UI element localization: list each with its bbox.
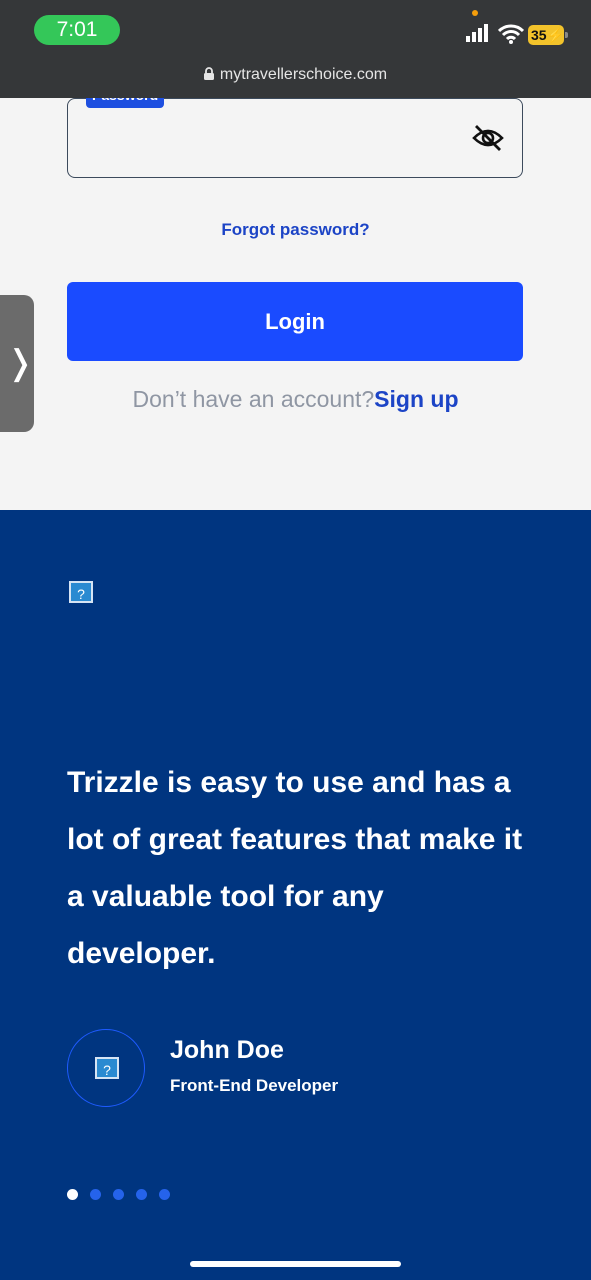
carousel-dot-5[interactable] <box>159 1189 170 1200</box>
avatar-placeholder-icon: ? <box>95 1057 119 1079</box>
battery-icon: 35⚡ <box>528 25 564 45</box>
login-button[interactable]: Login <box>67 282 523 361</box>
carousel-dot-1[interactable] <box>67 1189 78 1200</box>
clock: 7:01 <box>34 15 120 45</box>
testimonial-quote: Trizzle is easy to use and has a lot of … <box>67 766 523 970</box>
side-panel-handle[interactable]: ❭ <box>0 295 35 432</box>
author-role: Front-End Developer <box>170 1076 339 1095</box>
cellular-signal-icon <box>466 24 488 42</box>
password-label: Password <box>86 98 165 108</box>
carousel-dot-3[interactable] <box>113 1189 124 1200</box>
lock-icon <box>203 67 214 80</box>
broken-image-icon: ? <box>69 581 93 603</box>
status-bar: 7:01 35⚡ mytravellerschoice.com <box>0 0 591 98</box>
chevron-right-icon: ❭ <box>6 344 35 382</box>
avatar: ? <box>67 1029 145 1107</box>
address-bar[interactable]: mytravellerschoice.com <box>0 66 591 84</box>
password-input[interactable] <box>67 98 523 178</box>
wifi-icon <box>498 24 524 44</box>
carousel-dot-4[interactable] <box>136 1189 147 1200</box>
sign-up-link[interactable]: Sign up <box>374 386 458 412</box>
author-name: John Doe <box>170 1036 284 1064</box>
no-account-text: Don’t have an account? <box>132 386 375 412</box>
toggle-password-visibility-icon[interactable] <box>472 123 504 153</box>
carousel-dot-2[interactable] <box>90 1189 101 1200</box>
battery-cap <box>565 32 568 38</box>
login-section: Password Forgot password? Login Don’t ha… <box>0 98 591 510</box>
privacy-indicator-icon <box>472 10 478 16</box>
home-indicator[interactable] <box>190 1261 401 1267</box>
forgot-password-link[interactable]: Forgot password? <box>0 220 591 240</box>
url-text: mytravellerschoice.com <box>219 66 388 83</box>
signup-prompt: Don’t have an account?Sign up <box>0 386 591 413</box>
battery-level: 35 <box>531 27 547 43</box>
